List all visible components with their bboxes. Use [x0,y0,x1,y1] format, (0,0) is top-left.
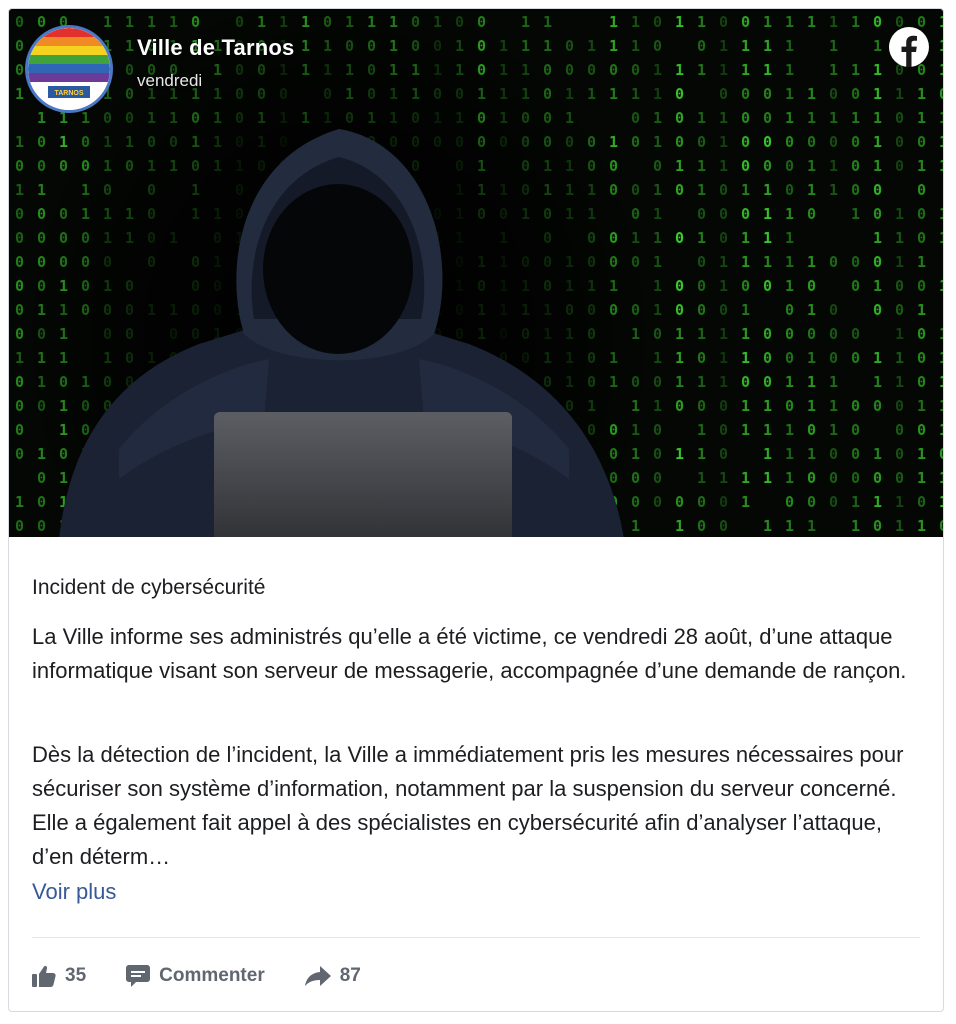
post-timestamp[interactable]: vendredi [137,71,202,91]
see-more-link[interactable]: Voir plus [32,879,116,905]
page-name[interactable]: Ville de Tarnos [137,35,294,61]
like-button[interactable]: 35 [32,965,86,987]
comment-label: Commenter [159,965,265,986]
post-image[interactable]: 0001101000000100001000011001000010110100… [9,9,943,537]
like-count: 35 [65,965,87,986]
share-arrow-icon [304,966,331,986]
comment-bubble-icon [126,965,151,987]
page-avatar[interactable]: TARNOS [25,25,113,113]
share-count: 87 [339,965,361,986]
facebook-logo-icon[interactable] [889,27,929,67]
tarnos-logo: TARNOS [28,28,110,110]
share-button[interactable]: 87 [304,965,361,987]
comment-button[interactable]: Commenter [126,965,265,987]
hooded-hacker-figure [59,129,624,537]
actions-divider [32,937,920,938]
facebook-post-card: 0001101000000100001000011001000010110100… [8,8,944,1012]
avatar-text: TARNOS [54,90,83,97]
post-title: Incident de cybersécurité [32,576,266,599]
post-actions-bar: 35 Commenter 87 [32,959,361,993]
post-paragraph-2: Dès la détection de l’incident, la Ville… [32,742,904,869]
post-paragraph-1: La Ville informe ses administrés qu’elle… [32,624,907,683]
thumbs-up-icon [32,966,56,987]
